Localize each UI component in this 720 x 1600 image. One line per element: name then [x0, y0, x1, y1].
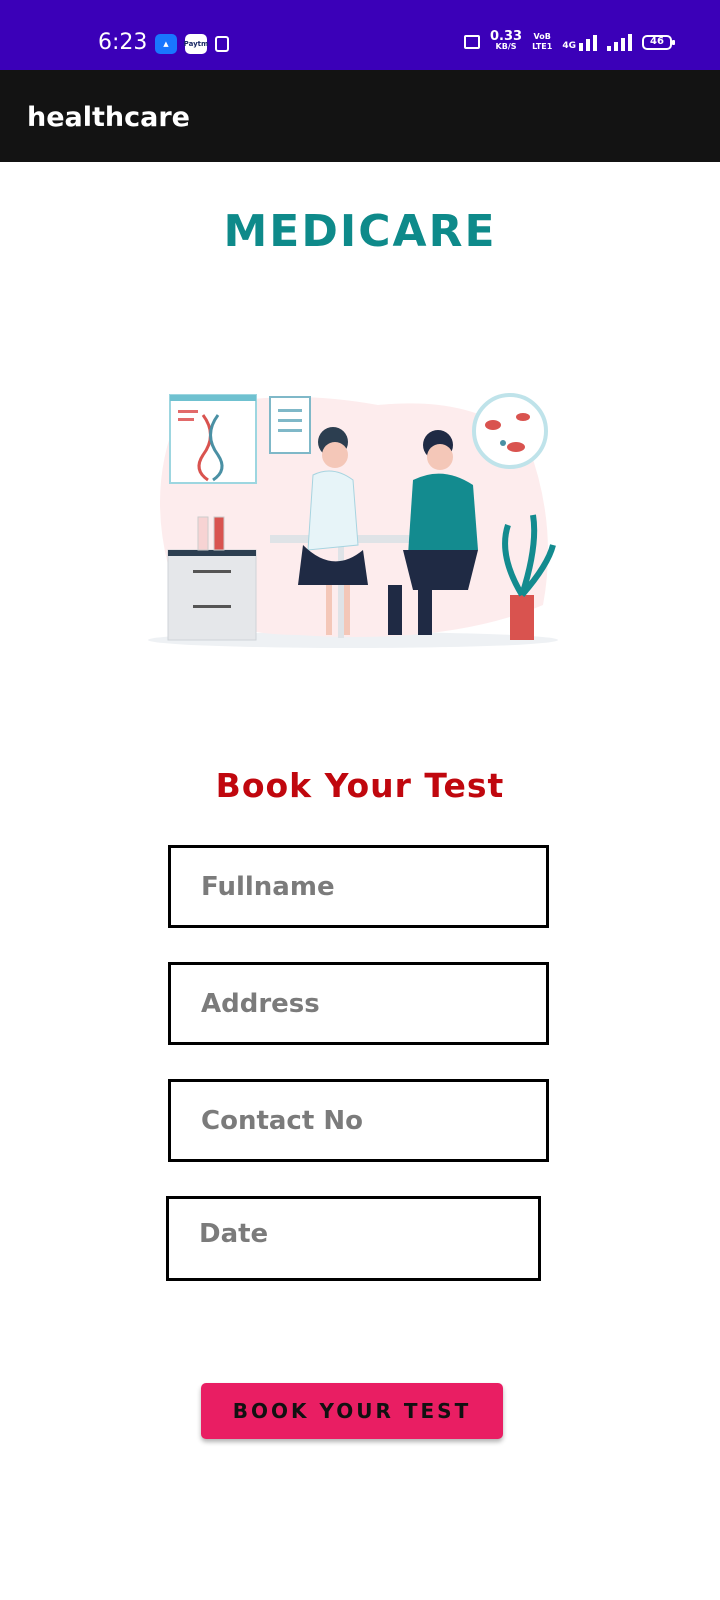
doctor-patient-illustration: [148, 393, 558, 648]
network-speed: 0.33 KB/S: [490, 29, 523, 51]
bus-notification-icon: [215, 36, 229, 52]
status-bar: 6:23 ▲ Paytm 0.33 KB/S VoB LTE1 4G 46: [0, 0, 720, 70]
paytm-notification-icon: Paytm: [184, 34, 208, 54]
app-title: healthcare: [27, 102, 190, 133]
date-field-box: [166, 1196, 541, 1281]
contact-field-box: [168, 1079, 549, 1162]
contact-input[interactable]: [171, 1104, 546, 1137]
battery-icon: 46: [642, 34, 675, 50]
volte-indicator: VoB LTE1: [532, 32, 553, 51]
android-notification-icon: ▲: [155, 34, 177, 54]
fullname-input[interactable]: [171, 870, 546, 903]
status-time: 6:23: [98, 30, 148, 55]
signal-4g-icon: 4G: [562, 33, 597, 51]
brand-title: MEDICARE: [223, 206, 497, 257]
app-bar: healthcare: [0, 70, 720, 162]
book-test-heading: Book Your Test: [215, 766, 505, 805]
signal-icon: [607, 33, 632, 51]
fullname-field-box: [168, 845, 549, 928]
book-your-test-button[interactable]: BOOK YOUR TEST: [201, 1383, 503, 1439]
date-input[interactable]: [169, 1199, 538, 1250]
address-input[interactable]: [171, 987, 546, 1020]
screenshot-icon: [464, 35, 480, 49]
address-field-box: [168, 962, 549, 1045]
